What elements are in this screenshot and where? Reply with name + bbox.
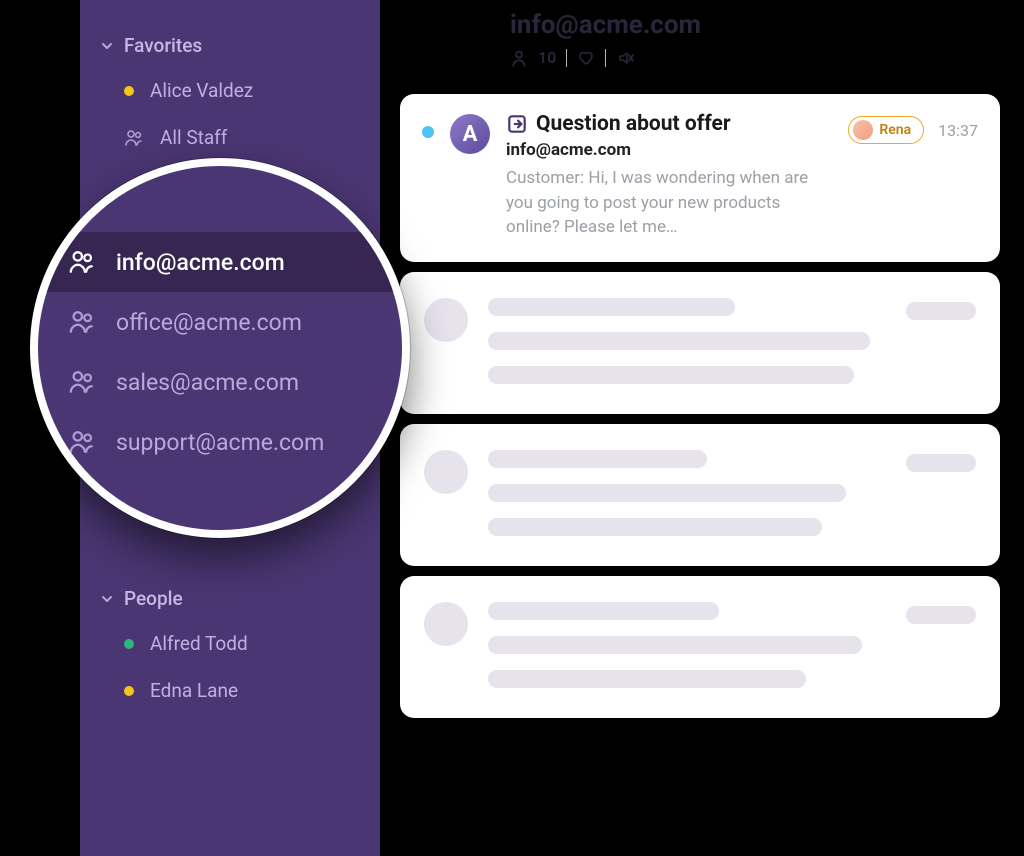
assignee-name: Rena — [879, 122, 911, 138]
lens-label: support@acme.com — [116, 429, 324, 456]
sender-avatar: A — [450, 114, 490, 154]
assignee-avatar-icon — [853, 120, 873, 140]
message-card[interactable]: A Question about offer info@acme.com Cus… — [400, 94, 1000, 262]
placeholder-line — [488, 298, 735, 316]
lens-inbox-sales[interactable]: sales@acme.com — [38, 352, 402, 412]
favorites-header[interactable]: Favorites — [80, 28, 380, 67]
placeholder-line — [488, 332, 870, 350]
people-title: People — [124, 587, 183, 610]
placeholder-avatar-icon — [424, 298, 468, 342]
placeholder-meta-icon — [906, 606, 976, 624]
people-label: Alfred Todd — [150, 632, 248, 655]
message-from: info@acme.com — [506, 140, 832, 160]
favorite-label: All Staff — [160, 126, 227, 149]
divider-icon — [566, 49, 567, 67]
mute-icon[interactable] — [616, 49, 634, 67]
message-subject: Question about offer — [536, 112, 731, 136]
placeholder-line — [488, 366, 854, 384]
chevron-down-icon — [100, 592, 114, 606]
favorites-section: Favorites Alice Valdez All Staff — [80, 28, 380, 161]
placeholder-avatar-icon — [424, 450, 468, 494]
zoom-lens: info@acme.com office@acme.com sales@acme… — [30, 158, 410, 538]
favorite-item-alice[interactable]: Alice Valdez — [80, 67, 380, 114]
incoming-icon — [506, 113, 528, 135]
heart-icon[interactable] — [577, 49, 595, 67]
members-icon — [510, 49, 528, 67]
people-section: People Alfred Todd Edna Lane — [80, 581, 380, 714]
presence-dot-away-icon — [124, 86, 134, 96]
assignee-tag[interactable]: Rena — [848, 116, 924, 144]
group-icon — [124, 128, 144, 148]
presence-dot-online-icon — [124, 639, 134, 649]
message-list: A Question about offer info@acme.com Cus… — [400, 94, 1000, 718]
header-title: info@acme.com — [510, 10, 701, 40]
lens-inbox-support[interactable]: support@acme.com — [38, 412, 402, 472]
lens-label: office@acme.com — [116, 309, 302, 336]
lens-inbox-office[interactable]: office@acme.com — [38, 292, 402, 352]
presence-dot-away-icon — [124, 686, 134, 696]
message-meta: Rena 13:37 — [848, 116, 978, 144]
unread-indicator-icon — [422, 126, 434, 138]
placeholder-line — [488, 450, 707, 468]
placeholder-meta-icon — [906, 454, 976, 472]
people-label: Edna Lane — [150, 679, 238, 702]
main-header: info@acme.com 10 — [510, 10, 701, 67]
group-icon — [68, 428, 96, 456]
header-meta: 10 — [510, 48, 701, 67]
favorites-title: Favorites — [124, 34, 202, 57]
avatar-letter: A — [463, 122, 478, 147]
message-card-placeholder — [400, 272, 1000, 414]
group-icon — [68, 368, 96, 396]
favorite-item-all-staff[interactable]: All Staff — [80, 114, 380, 161]
message-card-placeholder — [400, 576, 1000, 718]
group-icon — [68, 308, 96, 336]
placeholder-line — [488, 518, 822, 536]
placeholder-line — [488, 602, 719, 620]
message-content: Question about offer info@acme.com Custo… — [506, 112, 832, 240]
lens-inbox-info[interactable]: info@acme.com — [38, 232, 402, 292]
people-item-edna[interactable]: Edna Lane — [80, 667, 380, 714]
people-item-alfred[interactable]: Alfred Todd — [80, 620, 380, 667]
chevron-down-icon — [100, 39, 114, 53]
placeholder-line — [488, 636, 862, 654]
message-preview: Customer: Hi, I was wondering when are y… — [506, 166, 832, 240]
message-time: 13:37 — [938, 121, 978, 140]
people-header[interactable]: People — [80, 581, 380, 620]
placeholder-avatar-icon — [424, 602, 468, 646]
placeholder-meta-icon — [906, 302, 976, 320]
favorite-label: Alice Valdez — [150, 79, 253, 102]
lens-label: sales@acme.com — [116, 369, 299, 396]
member-count: 10 — [538, 48, 556, 67]
lens-label: info@acme.com — [116, 249, 285, 276]
placeholder-line — [488, 484, 846, 502]
message-card-placeholder — [400, 424, 1000, 566]
group-icon — [68, 248, 96, 276]
placeholder-line — [488, 670, 806, 688]
divider-icon — [605, 49, 606, 67]
